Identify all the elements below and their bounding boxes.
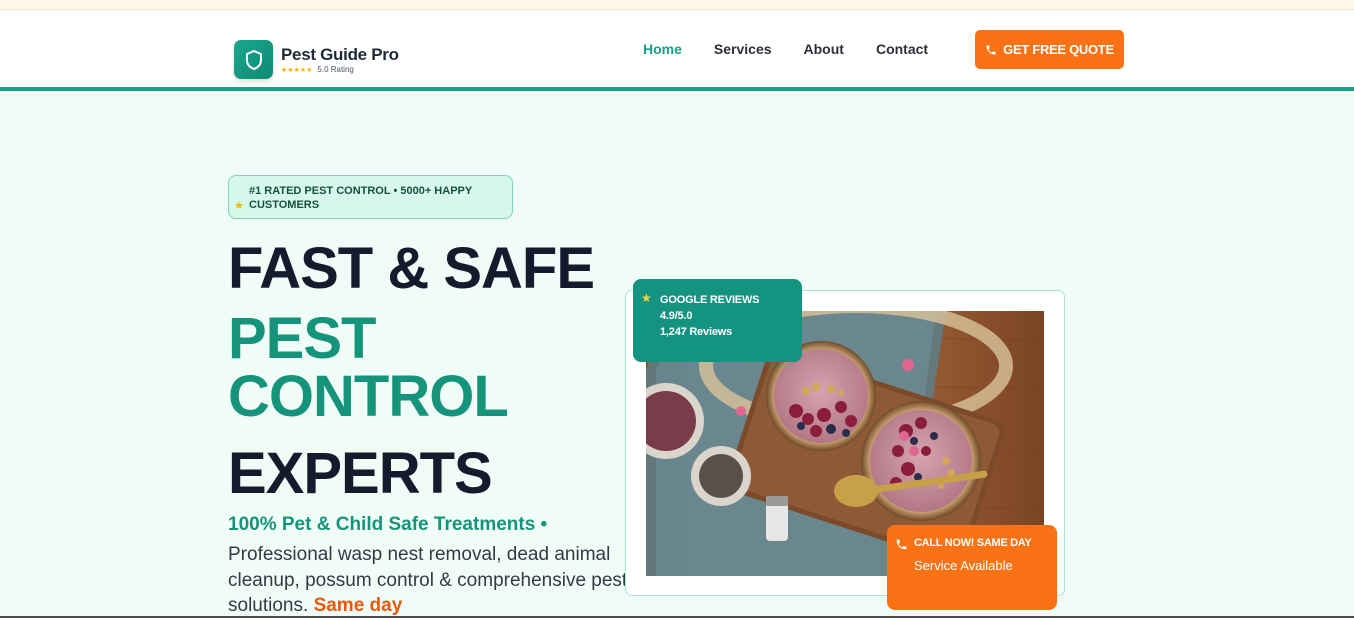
reviews-count: 1,247 Reviews [660, 326, 733, 338]
brand-rating: 5.0 Rating [317, 65, 354, 74]
nav-services[interactable]: Services [714, 41, 772, 57]
nav-contact[interactable]: Contact [876, 41, 928, 57]
header-divider [0, 87, 1354, 91]
quote-button-label: GET FREE QUOTE [1003, 42, 1114, 57]
nav-home[interactable]: Home [643, 41, 682, 57]
safety-tagline: 100% Pet & Child Safe Treatments • [228, 514, 548, 535]
phone-icon [896, 539, 907, 550]
hero-description-text: Professional wasp nest removal, dead ani… [228, 544, 628, 616]
phone-icon [986, 45, 996, 54]
google-reviews-card: ★ GOOGLE REVIEWS 4.9/5.0 1,247 Reviews [633, 279, 802, 362]
brand-name: Pest Guide Pro [281, 45, 399, 64]
announcement-strip [0, 0, 1354, 10]
call-now-subtitle: Service Available [914, 558, 1013, 573]
same-day-highlight: Same day [313, 595, 403, 616]
get-free-quote-button[interactable]: GET FREE QUOTE [975, 30, 1124, 69]
headline-line-4: EXPERTS [228, 441, 493, 506]
reviews-title: GOOGLE REVIEWS [660, 294, 760, 306]
hero-description: Professional wasp nest removal, dead ani… [228, 542, 628, 618]
rated-badge-text: #1 RATED PEST CONTROL • 5000+ HAPPY CUST… [249, 185, 473, 211]
call-now-card[interactable]: CALL NOW! SAME DAY Service Available [887, 525, 1057, 610]
main-nav: Home Services About Contact [643, 41, 960, 57]
rating-stars-icon: ★★★★★ [281, 66, 313, 74]
star-icon: ★ [641, 291, 652, 305]
call-now-title: CALL NOW! SAME DAY [914, 537, 1032, 549]
brand-logo[interactable]: Pest Guide Pro ★★★★★ 5.0 Rating [234, 40, 399, 79]
headline-line-1: FAST & SAFE [228, 236, 595, 301]
headline-line-3: CONTROL [228, 364, 509, 429]
reviews-score: 4.9/5.0 [660, 310, 693, 322]
headline-line-2: PEST [228, 306, 376, 371]
star-icon: ★ [234, 200, 244, 212]
nav-about[interactable]: About [804, 41, 844, 57]
rated-badge: ★ #1 RATED PEST CONTROL • 5000+ HAPPY CU… [228, 175, 513, 219]
shield-icon [234, 40, 273, 79]
